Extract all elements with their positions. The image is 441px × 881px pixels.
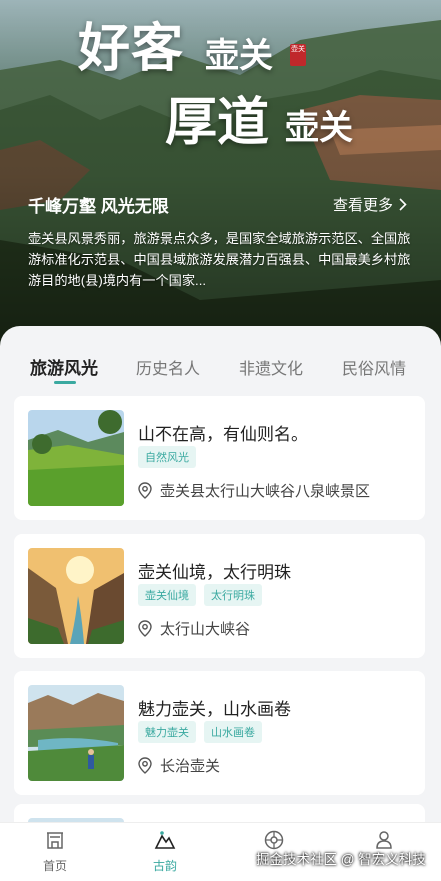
card-location: 太行山大峡谷 bbox=[138, 618, 250, 639]
active-tab-indicator bbox=[54, 381, 76, 384]
tab-folk-customs[interactable]: 民俗风情 bbox=[342, 355, 406, 379]
watermark-text: 掘金技术社区 @ 智宏义科技 bbox=[256, 852, 426, 867]
card-title: 山不在高，有仙则名。 bbox=[138, 425, 308, 444]
mountain-icon bbox=[154, 831, 176, 849]
nav-ancient-charm[interactable]: 古韵 bbox=[130, 829, 200, 874]
card-thumbnail-lake bbox=[28, 685, 124, 781]
tab-historical-figures[interactable]: 历史名人 bbox=[136, 355, 200, 379]
scenery-card[interactable]: 山不在高，有仙则名。 自然风光 壶关县太行山大峡谷八泉峡景区 bbox=[14, 396, 425, 520]
tag: 山水画卷 bbox=[204, 721, 262, 743]
location-pin-icon bbox=[138, 620, 152, 637]
card-tags: 壶关仙境 太行明珠 bbox=[138, 584, 262, 606]
hero-description: 壶关县风景秀丽，旅游景点众多，是国家全域旅游示范区、全国旅游标准化示范县、中国县… bbox=[28, 231, 411, 288]
view-more-label: 查看更多 bbox=[332, 197, 393, 214]
tab-intangible-heritage[interactable]: 非遗文化 bbox=[239, 355, 303, 379]
tag: 魅力壶关 bbox=[138, 721, 196, 743]
nav-home[interactable]: 首页 bbox=[20, 829, 90, 874]
card-tags: 魅力壶关 山水画卷 bbox=[138, 721, 262, 743]
calligraphy-title-1: 好客 bbox=[78, 18, 185, 79]
location-pin-icon bbox=[138, 757, 152, 774]
view-more-link[interactable]: 查看更多 bbox=[333, 194, 407, 215]
tag: 壶关仙境 bbox=[138, 584, 196, 606]
card-thumbnail-meadow bbox=[28, 410, 124, 506]
calligraphy-title-2: 厚道 bbox=[165, 92, 270, 153]
nav-home-label: 首页 bbox=[42, 859, 67, 873]
tab-tourism-scenery[interactable]: 旅游风光 bbox=[30, 354, 98, 379]
calligraphy-title-1-small: 壶关 bbox=[205, 36, 273, 76]
hero-banner: 好客 壶关 壶关 厚道 壶关 千峰万壑 风光无限 查看更多 壶关县风景秀丽，旅游… bbox=[0, 0, 441, 350]
red-seal-stamp: 壶关 bbox=[290, 44, 306, 66]
card-location: 长治壶关 bbox=[138, 755, 220, 776]
nav-ancient-charm-label: 古韵 bbox=[152, 859, 177, 873]
card-title: 壶关仙境，太行明珠 bbox=[138, 563, 291, 582]
card-location: 壶关县太行山大峡谷八泉峡景区 bbox=[138, 480, 370, 501]
card-tags: 自然风光 bbox=[138, 446, 196, 468]
location-text: 长治壶关 bbox=[160, 758, 221, 775]
content-panel: 旅游风光 历史名人 非遗文化 民俗风情 山不在高，有仙则名。 自然风光 壶关县太… bbox=[0, 326, 441, 834]
card-thumbnail-canyon bbox=[28, 548, 124, 644]
scenery-card[interactable]: 壶关仙境，太行明珠 壶关仙境 太行明珠 太行山大峡谷 bbox=[14, 534, 425, 658]
tag: 太行明珠 bbox=[204, 584, 262, 606]
calligraphy-title-2-small: 壶关 bbox=[285, 108, 353, 148]
card-title: 魅力壶关，山水画卷 bbox=[138, 700, 291, 719]
location-text: 太行山大峡谷 bbox=[160, 621, 251, 638]
location-text: 壶关县太行山大峡谷八泉峡景区 bbox=[160, 483, 371, 500]
hero-slogan: 千峰万壑 风光无限 bbox=[28, 197, 169, 216]
home-icon bbox=[47, 832, 63, 849]
scenery-card[interactable]: 魅力壶关，山水画卷 魅力壶关 山水画卷 长治壶关 bbox=[14, 671, 425, 795]
location-pin-icon bbox=[138, 482, 152, 499]
tag: 自然风光 bbox=[138, 446, 196, 468]
category-tabs: 旅游风光 历史名人 非遗文化 民俗风情 bbox=[0, 326, 441, 388]
chevron-right-icon bbox=[399, 198, 407, 211]
